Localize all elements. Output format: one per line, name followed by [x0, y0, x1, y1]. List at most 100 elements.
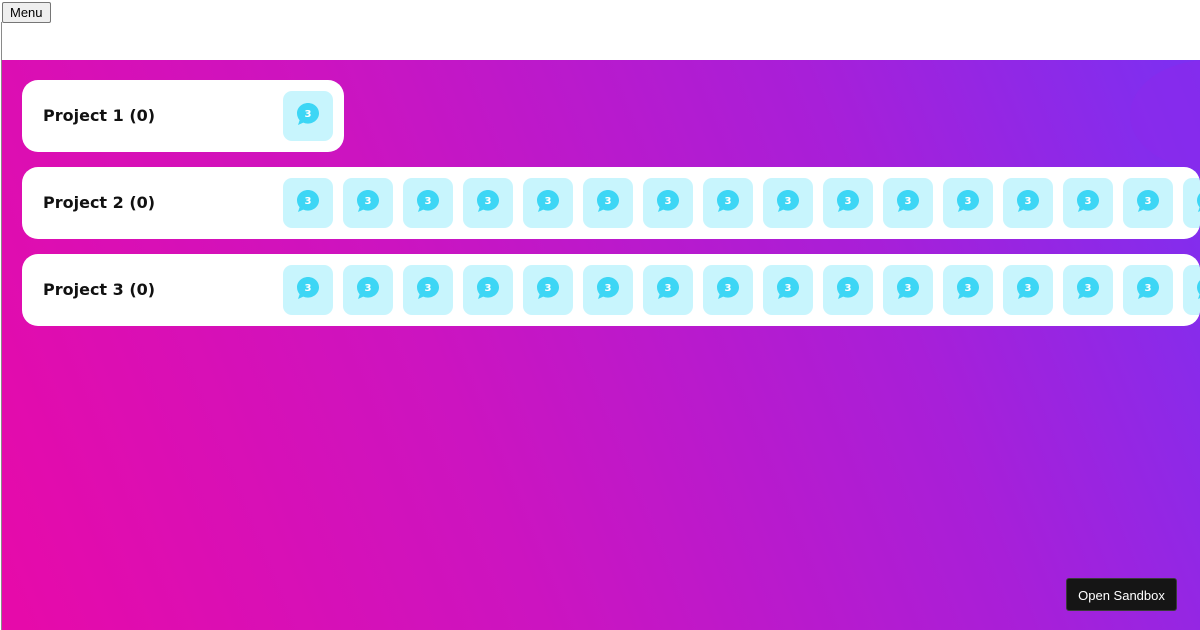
tile-badge: 3 — [545, 283, 552, 294]
tile-badge: 3 — [965, 283, 972, 294]
chat-bubble-icon: 3 — [837, 190, 859, 212]
chat-tile[interactable]: 3 — [583, 265, 633, 315]
chat-bubble-icon: 3 — [357, 277, 379, 299]
chat-bubble-icon: 3 — [477, 277, 499, 299]
board-canvas: Project 1 (0) 3 Project 2 (0) 3 3 3 3 3 3 3 3 3 3… — [2, 60, 1200, 630]
chat-tile[interactable]: 3 — [883, 265, 933, 315]
chat-tile[interactable]: 3 — [883, 178, 933, 228]
chat-tile[interactable]: 3 — [643, 178, 693, 228]
chat-tile[interactable]: 3 — [403, 265, 453, 315]
tile-badge: 3 — [665, 283, 672, 294]
chat-bubble-icon: 3 — [657, 190, 679, 212]
chat-tile[interactable]: 3 — [1063, 178, 1113, 228]
chat-bubble-icon: 3 — [837, 277, 859, 299]
tile-badge: 3 — [1085, 196, 1092, 207]
chat-tile[interactable]: 3 — [943, 178, 993, 228]
chat-bubble-icon: 3 — [897, 190, 919, 212]
tile-badge: 3 — [725, 283, 732, 294]
project-row: Project 1 (0) 3 — [22, 80, 344, 152]
chat-tile[interactable]: 3 — [703, 265, 753, 315]
chat-bubble-icon: 3 — [1137, 190, 1159, 212]
tile-badge: 3 — [305, 196, 312, 207]
chat-bubble-icon: 3 — [717, 277, 739, 299]
tile-badge: 3 — [365, 283, 372, 294]
chat-tile[interactable]: 3 — [763, 265, 813, 315]
chat-tile[interactable]: 3 — [283, 178, 333, 228]
tile-badge: 3 — [725, 196, 732, 207]
chat-bubble-icon: 3 — [1077, 277, 1099, 299]
tile-badge: 3 — [1085, 283, 1092, 294]
decorative-blob — [1130, 60, 1200, 170]
tile-badge: 3 — [605, 196, 612, 207]
project-title: Project 2 (0) — [43, 193, 156, 212]
chat-tile[interactable]: 3 — [703, 178, 753, 228]
chat-tile[interactable]: 3 — [343, 265, 393, 315]
chat-tile[interactable]: 3 — [823, 265, 873, 315]
tile-badge: 3 — [485, 196, 492, 207]
chat-bubble-icon: 3 — [1197, 280, 1200, 299]
chat-tile[interactable]: 3 — [463, 178, 513, 228]
chat-bubble-icon: 3 — [1017, 190, 1039, 212]
chat-bubble-icon: 3 — [597, 277, 619, 299]
tile-badge: 3 — [305, 109, 312, 120]
tile-badge: 3 — [665, 196, 672, 207]
chat-tile[interactable]: 3 — [1183, 178, 1200, 228]
chat-bubble-icon: 3 — [297, 190, 319, 212]
tile-badge: 3 — [905, 283, 912, 294]
tile-badge: 3 — [845, 283, 852, 294]
top-bar: Menu — [0, 0, 1200, 60]
chat-bubble-icon: 3 — [897, 277, 919, 299]
chat-bubble-icon: 3 — [357, 190, 379, 212]
tile-badge: 3 — [785, 196, 792, 207]
chat-tile[interactable]: 3 — [283, 265, 333, 315]
tile-badge: 3 — [965, 196, 972, 207]
chat-bubble-icon: 3 — [417, 277, 439, 299]
chat-tile[interactable]: 3 — [763, 178, 813, 228]
chat-tile[interactable]: 3 — [943, 265, 993, 315]
chat-bubble-icon: 3 — [297, 277, 319, 299]
chat-tile[interactable]: 3 — [523, 265, 573, 315]
chat-tile[interactable]: 3 — [403, 178, 453, 228]
tile-badge: 3 — [605, 283, 612, 294]
chat-bubble-icon: 3 — [297, 103, 319, 125]
chat-tile[interactable]: 3 — [1003, 265, 1053, 315]
tile-badge: 3 — [1145, 283, 1152, 294]
chat-bubble-icon: 3 — [957, 277, 979, 299]
project-row: Project 3 (0) 3 3 3 3 3 3 3 3 3 3 3 3 3 3 3 3 — [22, 254, 1200, 326]
chat-tile[interactable]: 3 — [523, 178, 573, 228]
chat-tile[interactable]: 3 — [583, 178, 633, 228]
chat-tile[interactable]: 3 — [343, 178, 393, 228]
chat-bubble-icon: 3 — [477, 190, 499, 212]
tile-badge: 3 — [365, 196, 372, 207]
chat-tile[interactable]: 3 — [1123, 178, 1173, 228]
chat-tile[interactable]: 3 — [823, 178, 873, 228]
chat-tile[interactable]: 3 — [1003, 178, 1053, 228]
tile-badge: 3 — [425, 283, 432, 294]
chat-tile[interactable]: 3 — [643, 265, 693, 315]
open-sandbox-button[interactable]: Open Sandbox — [1066, 578, 1177, 611]
tile-badge: 3 — [1145, 196, 1152, 207]
chat-tile[interactable]: 3 — [1123, 265, 1173, 315]
chat-bubble-icon: 3 — [777, 277, 799, 299]
chat-tile[interactable]: 3 — [1063, 265, 1113, 315]
tile-badge: 3 — [905, 196, 912, 207]
chat-bubble-icon: 3 — [1197, 193, 1200, 212]
chat-tile[interactable]: 3 — [463, 265, 513, 315]
project-title: Project 1 (0) — [43, 106, 156, 125]
tile-badge: 3 — [1025, 283, 1032, 294]
chat-bubble-icon: 3 — [657, 277, 679, 299]
chat-bubble-icon: 3 — [537, 190, 559, 212]
tile-badge: 3 — [785, 283, 792, 294]
tile-badge: 3 — [845, 196, 852, 207]
chat-tile[interactable]: 3 — [283, 91, 333, 141]
chat-bubble-icon: 3 — [1017, 277, 1039, 299]
tile-badge: 3 — [485, 283, 492, 294]
chat-bubble-icon: 3 — [1137, 277, 1159, 299]
chat-bubble-icon: 3 — [537, 277, 559, 299]
chat-bubble-icon: 3 — [597, 190, 619, 212]
chat-bubble-icon: 3 — [777, 190, 799, 212]
chat-bubble-icon: 3 — [1077, 190, 1099, 212]
tile-badge: 3 — [545, 196, 552, 207]
menu-button[interactable]: Menu — [2, 2, 51, 23]
chat-tile[interactable]: 3 — [1183, 265, 1200, 315]
